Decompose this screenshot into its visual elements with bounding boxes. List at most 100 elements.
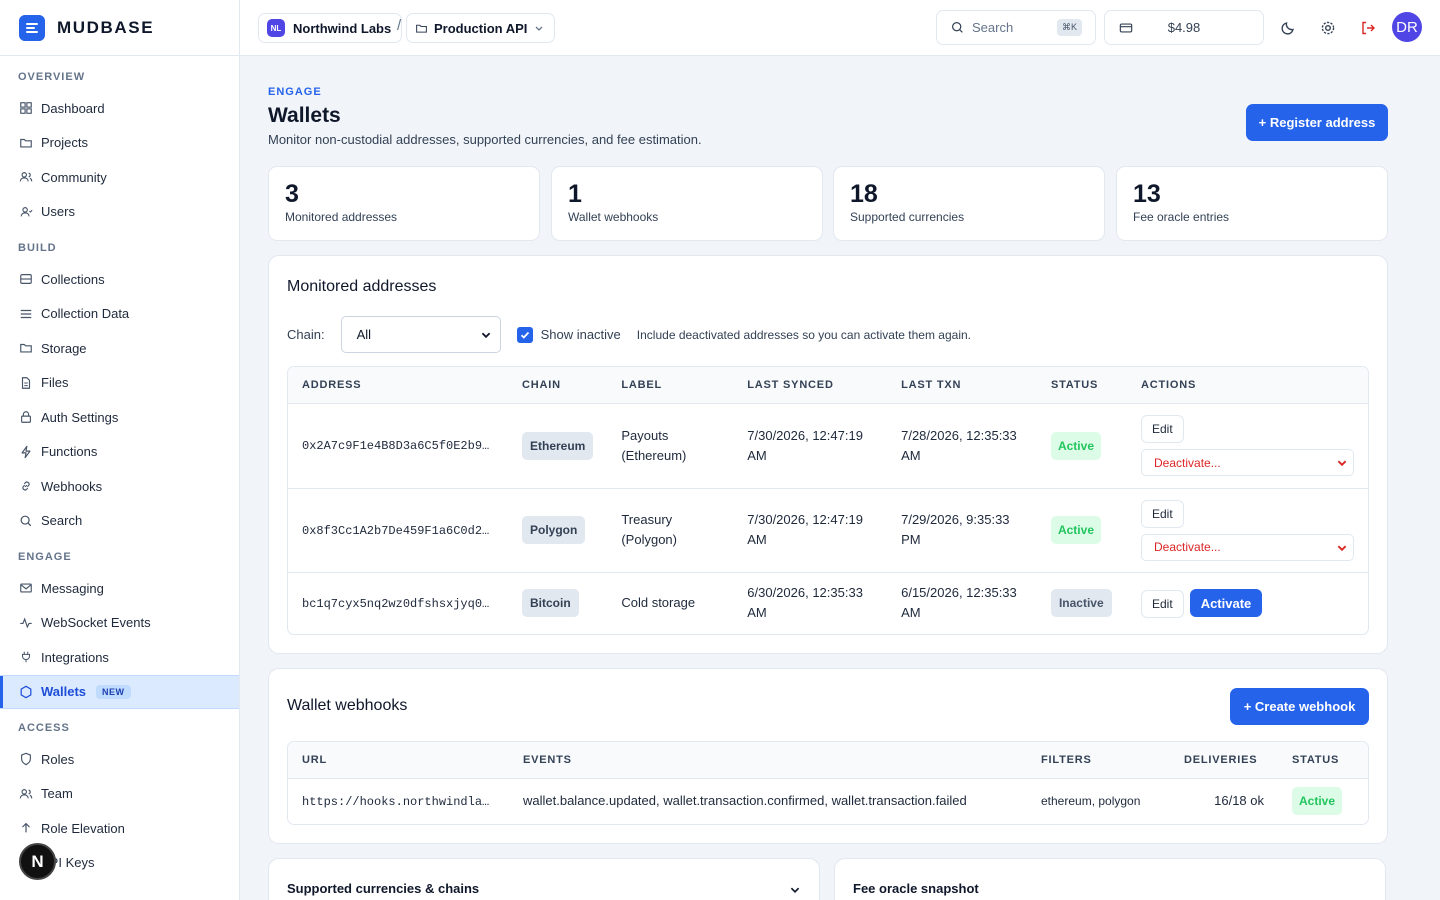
sidebar-item-wallets[interactable]: Wallets NEW (0, 674, 239, 709)
table-row: https://hooks.northwindla… wallet.balanc… (288, 778, 1368, 824)
page-title: Wallets (268, 104, 341, 127)
stat-label: Supported currencies (850, 210, 965, 224)
chevron-down-icon (1337, 460, 1347, 467)
hexagon-icon (18, 684, 33, 699)
sidebar-item-search[interactable]: Search (0, 504, 239, 539)
stat-label: Wallet webhooks (568, 210, 659, 224)
column-header: CHAIN (507, 367, 608, 404)
sidebar-item-role-elevation[interactable]: Role Elevation (0, 811, 239, 846)
sidebar-item-team[interactable]: Team (0, 777, 239, 812)
sidebar-item-label: Functions (41, 444, 98, 460)
sidebar-item-users[interactable]: Users (0, 195, 239, 230)
supported-currencies-card[interactable]: Supported currencies & chains (268, 858, 820, 900)
balance-button[interactable]: $4.98 (1104, 10, 1264, 45)
show-inactive-checkbox[interactable] (516, 326, 533, 343)
webhooks-table: URL EVENTS FILTERS DELIVERIES STATUS htt… (287, 741, 1369, 825)
theme-toggle-moon-icon[interactable] (1277, 17, 1299, 39)
sidebar-item-roles[interactable]: Roles (0, 742, 239, 777)
table-header-row: URL EVENTS FILTERS DELIVERIES STATUS (288, 742, 1368, 779)
column-header: ADDRESS (288, 367, 508, 404)
sidebar-item-auth-settings[interactable]: Auth Settings (0, 400, 239, 435)
status-badge: Active (1292, 787, 1343, 816)
deactivate-select[interactable]: Deactivate... (1141, 449, 1354, 476)
database-icon (18, 272, 33, 287)
sidebar-item-messaging[interactable]: Messaging (0, 571, 239, 606)
sidebar-item-integrations[interactable]: Integrations (0, 640, 239, 675)
link-icon (18, 479, 33, 494)
sidebar-item-dashboard[interactable]: Dashboard (0, 91, 239, 126)
last-txn: 7/28/2026, 12:35:33 AM (887, 403, 1037, 489)
addresses-table: ADDRESS CHAIN LABEL LAST SYNCED LAST TXN… (287, 366, 1369, 635)
sidebar-item-label: Roles (41, 751, 75, 767)
chevron-down-icon[interactable] (789, 884, 801, 896)
org-switcher[interactable]: NL Northwind Labs (258, 13, 403, 43)
monitored-addresses-card: Monitored addresses Chain: All Show inac… (268, 255, 1388, 654)
address-label: Payouts (Ethereum) (607, 403, 734, 489)
search-icon (952, 22, 963, 33)
sidebar-item-label: Messaging (41, 580, 104, 596)
topbar: NL Northwind Labs / Production API Searc… (240, 0, 1440, 56)
lock-icon (18, 410, 33, 425)
show-inactive-hint: Include deactivated addresses so you can… (636, 327, 972, 342)
sidebar-item-collections[interactable]: Collections (0, 262, 239, 297)
chain-select[interactable]: All (340, 316, 501, 353)
sidebar-item-files[interactable]: Files (0, 366, 239, 401)
logout-icon[interactable] (1357, 17, 1379, 39)
edit-address-button[interactable]: Edit (1141, 499, 1184, 528)
search-shortcut: ⌘K (1056, 19, 1082, 36)
search-button[interactable]: Search ⌘K (936, 10, 1096, 45)
user-avatar[interactable]: DR (1392, 12, 1422, 42)
stat-label: Fee oracle entries (1133, 210, 1230, 224)
fee-oracle-card: Fee oracle snapshot (834, 858, 1386, 900)
edit-address-button[interactable]: Edit (1141, 415, 1184, 443)
deactivate-select[interactable]: Deactivate... (1141, 533, 1354, 561)
address-value: bc1q7cyx5nq2wz0dfshsxjyq0… (302, 596, 490, 611)
show-inactive-label[interactable]: Show inactive (541, 327, 621, 342)
table-row: 0x8f3Cc1A2b7De459F1a6C0d2… Polygon Treas… (288, 488, 1368, 573)
chevron-down-icon (481, 332, 490, 339)
nav-section-label: ENGAGE (18, 551, 72, 563)
brand[interactable]: MUDBASE (0, 0, 239, 56)
sidebar-item-storage[interactable]: Storage (0, 331, 239, 366)
sidebar-item-collection-data[interactable]: Collection Data (0, 297, 239, 332)
card-title: Wallet webhooks (287, 697, 408, 714)
mail-icon (18, 581, 33, 596)
sidebar-item-websocket-events[interactable]: WebSocket Events (0, 606, 239, 641)
deactivate-select-value: Deactivate... (1154, 455, 1221, 470)
sidebar-item-community[interactable]: Community (0, 160, 239, 195)
sidebar: MUDBASE OVERVIEW Dashboard Projects Communi… (0, 0, 240, 900)
column-header: URL (288, 742, 509, 779)
sidebar-item-label: Auth Settings (41, 409, 119, 425)
project-switcher[interactable]: Production API (406, 13, 556, 43)
deactivate-select-value: Deactivate... (1154, 540, 1221, 554)
sidebar-item-label: WebSocket Events (41, 615, 151, 631)
status-badge: Active (1050, 516, 1101, 544)
page-eyebrow: ENGAGE (268, 86, 322, 98)
sidebar-item-label: Wallets (41, 684, 87, 700)
sidebar-item-webhooks[interactable]: Webhooks (0, 469, 239, 504)
chain-chip: Ethereum (521, 431, 594, 460)
sidebar-item-label: Collections (41, 271, 105, 287)
sidebar-item-label: Community (41, 169, 107, 185)
create-webhook-button[interactable]: + Create webhook (1230, 688, 1369, 725)
gear-icon[interactable] (1317, 17, 1339, 39)
address-label: Treasury (Polygon) (607, 488, 734, 573)
activate-button[interactable]: Activate (1189, 589, 1263, 617)
register-address-button[interactable]: + Register address (1246, 104, 1388, 141)
edit-address-button[interactable]: Edit (1141, 589, 1184, 618)
webhook-deliveries: 16/18 ok (1214, 793, 1264, 809)
last-synced: 6/30/2026, 12:35:33 AM (747, 585, 863, 621)
sidebar-item-label: Team (41, 786, 73, 802)
sidebar-item-functions[interactable]: Functions (0, 435, 239, 470)
column-header: EVENTS (509, 742, 1027, 779)
brand-name: MUDBASE (57, 17, 155, 37)
sidebar-item-projects[interactable]: Projects (0, 126, 239, 161)
floating-badge[interactable]: N (19, 843, 56, 880)
stat-label: Monitored addresses (285, 210, 398, 224)
plug-icon (18, 650, 33, 665)
chevron-down-icon (1337, 545, 1347, 551)
credit-card-icon (1119, 22, 1133, 33)
nav-section-label: ACCESS (18, 722, 70, 734)
list-icon (18, 306, 33, 321)
